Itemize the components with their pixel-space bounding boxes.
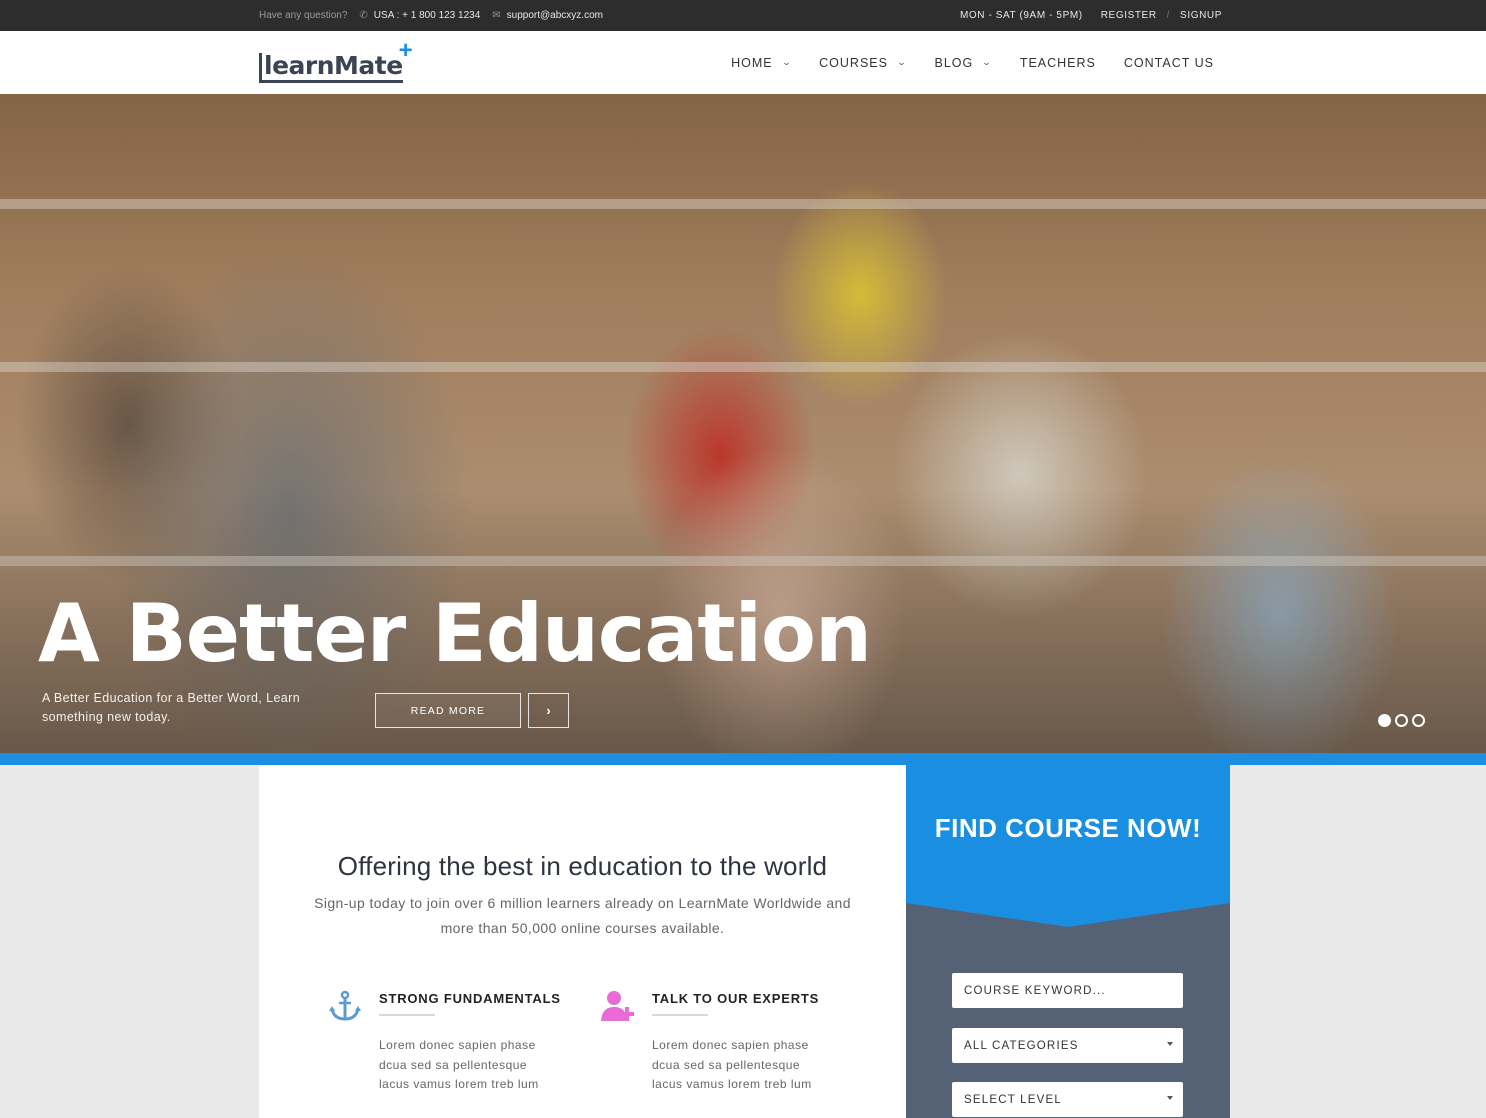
- add-user-icon: [601, 991, 634, 1021]
- chevron-right-icon: ›: [546, 703, 551, 718]
- email-link[interactable]: support@abcxyz.com: [507, 10, 603, 21]
- account-links: MON - SAT (9AM - 5PM) REGISTER / SIGNUP: [960, 0, 1222, 31]
- header-arrow: [906, 903, 1230, 927]
- nav-label-courses: COURSES: [819, 55, 888, 70]
- intro-section: Offering the best in education to the wo…: [259, 765, 906, 1118]
- nav-label-contact: CONTACT US: [1123, 55, 1214, 70]
- accent-divider: [0, 753, 1486, 765]
- chevron-down-icon: ⌄: [896, 57, 909, 67]
- business-hours: MON - SAT (9AM - 5PM): [959, 10, 1083, 21]
- caret-down-icon: [1167, 1042, 1173, 1046]
- hero-title: A Better Education: [38, 587, 872, 680]
- section-intro: Sign-up today to join over 6 million lea…: [314, 895, 851, 936]
- chevron-down-icon: ⌄: [780, 57, 793, 67]
- main-nav: HOME ⌄ COURSES ⌄ BLOG ⌄ TEACHERS CONTACT…: [731, 31, 1214, 94]
- feature-divider: [652, 1014, 708, 1016]
- level-value: SELECT LEVEL: [964, 1093, 1062, 1106]
- slider-dot[interactable]: [1395, 714, 1408, 727]
- top-bar: Have any question? ✆ USA : + 1 800 123 1…: [0, 0, 1486, 31]
- nav-label-blog: BLOG: [934, 55, 974, 70]
- link-separator: /: [1166, 10, 1171, 21]
- nav-item-home[interactable]: HOME ⌄: [731, 56, 791, 70]
- course-keyword-input[interactable]: COURSE KEYWORD...: [952, 973, 1183, 1008]
- next-slide-button[interactable]: ›: [528, 693, 569, 728]
- nav-label-home: HOME: [731, 55, 773, 70]
- phone-number: USA : + 1 800 123 1234: [373, 10, 481, 21]
- find-course-panel: FIND COURSE NOW! COURSE KEYWORD... ALL C…: [906, 765, 1230, 1118]
- feature-text: Lorem donec sapien phase dcua sed sa pel…: [379, 1038, 539, 1091]
- slider-dot[interactable]: [1412, 714, 1425, 727]
- feature-title: TALK TO OUR EXPERTS: [652, 991, 820, 1006]
- site-header: learnMate + HOME ⌄ COURSES ⌄ BLOG ⌄ TEAC…: [0, 31, 1486, 94]
- feature-title: STRONG FUNDAMENTALS: [379, 991, 561, 1006]
- section-heading: Offering the best in education to the wo…: [337, 851, 828, 881]
- anchor-icon: [329, 990, 361, 1021]
- level-select[interactable]: SELECT LEVEL: [952, 1082, 1183, 1117]
- nav-label-teachers: TEACHERS: [1019, 55, 1096, 70]
- email-info[interactable]: ✉ support@abcxyz.com: [492, 10, 603, 21]
- logo[interactable]: learnMate +: [259, 39, 413, 83]
- keyword-placeholder: COURSE KEYWORD...: [964, 984, 1106, 997]
- register-link[interactable]: REGISTER: [1101, 10, 1157, 21]
- category-value: ALL CATEGORIES: [964, 1039, 1079, 1052]
- feature-divider: [379, 1014, 435, 1016]
- hero-slider: A Better Education A Better Education fo…: [0, 94, 1486, 753]
- read-more-button[interactable]: READ MORE: [375, 693, 521, 728]
- nav-item-contact[interactable]: CONTACT US: [1124, 56, 1214, 70]
- find-course-title: FIND COURSE NOW!: [934, 813, 1202, 843]
- caret-down-icon: [1167, 1096, 1173, 1100]
- chevron-down-icon: ⌄: [981, 57, 994, 67]
- contact-info: Have any question? ✆ USA : + 1 800 123 1…: [259, 0, 603, 31]
- category-select[interactable]: ALL CATEGORIES: [952, 1028, 1183, 1063]
- nav-item-courses[interactable]: COURSES ⌄: [819, 55, 909, 70]
- slider-dot[interactable]: [1378, 714, 1391, 727]
- logo-text: learnMate: [259, 53, 403, 83]
- question-text: Have any question?: [259, 10, 348, 21]
- signup-link[interactable]: SIGNUP: [1180, 10, 1222, 21]
- mail-icon: ✉: [492, 10, 501, 21]
- phone-icon: ✆: [359, 10, 368, 21]
- feature-text: Lorem donec sapien phase dcua sed sa pel…: [652, 1038, 812, 1091]
- logo-plus-icon: +: [398, 37, 413, 64]
- phone-info: ✆ USA : + 1 800 123 1234: [359, 10, 480, 21]
- nav-item-teachers[interactable]: TEACHERS: [1020, 56, 1096, 70]
- hero-subtitle: A Better Education for a Better Word, Le…: [42, 691, 301, 724]
- slider-dots: [1378, 714, 1425, 727]
- nav-item-blog[interactable]: BLOG ⌄: [934, 55, 994, 70]
